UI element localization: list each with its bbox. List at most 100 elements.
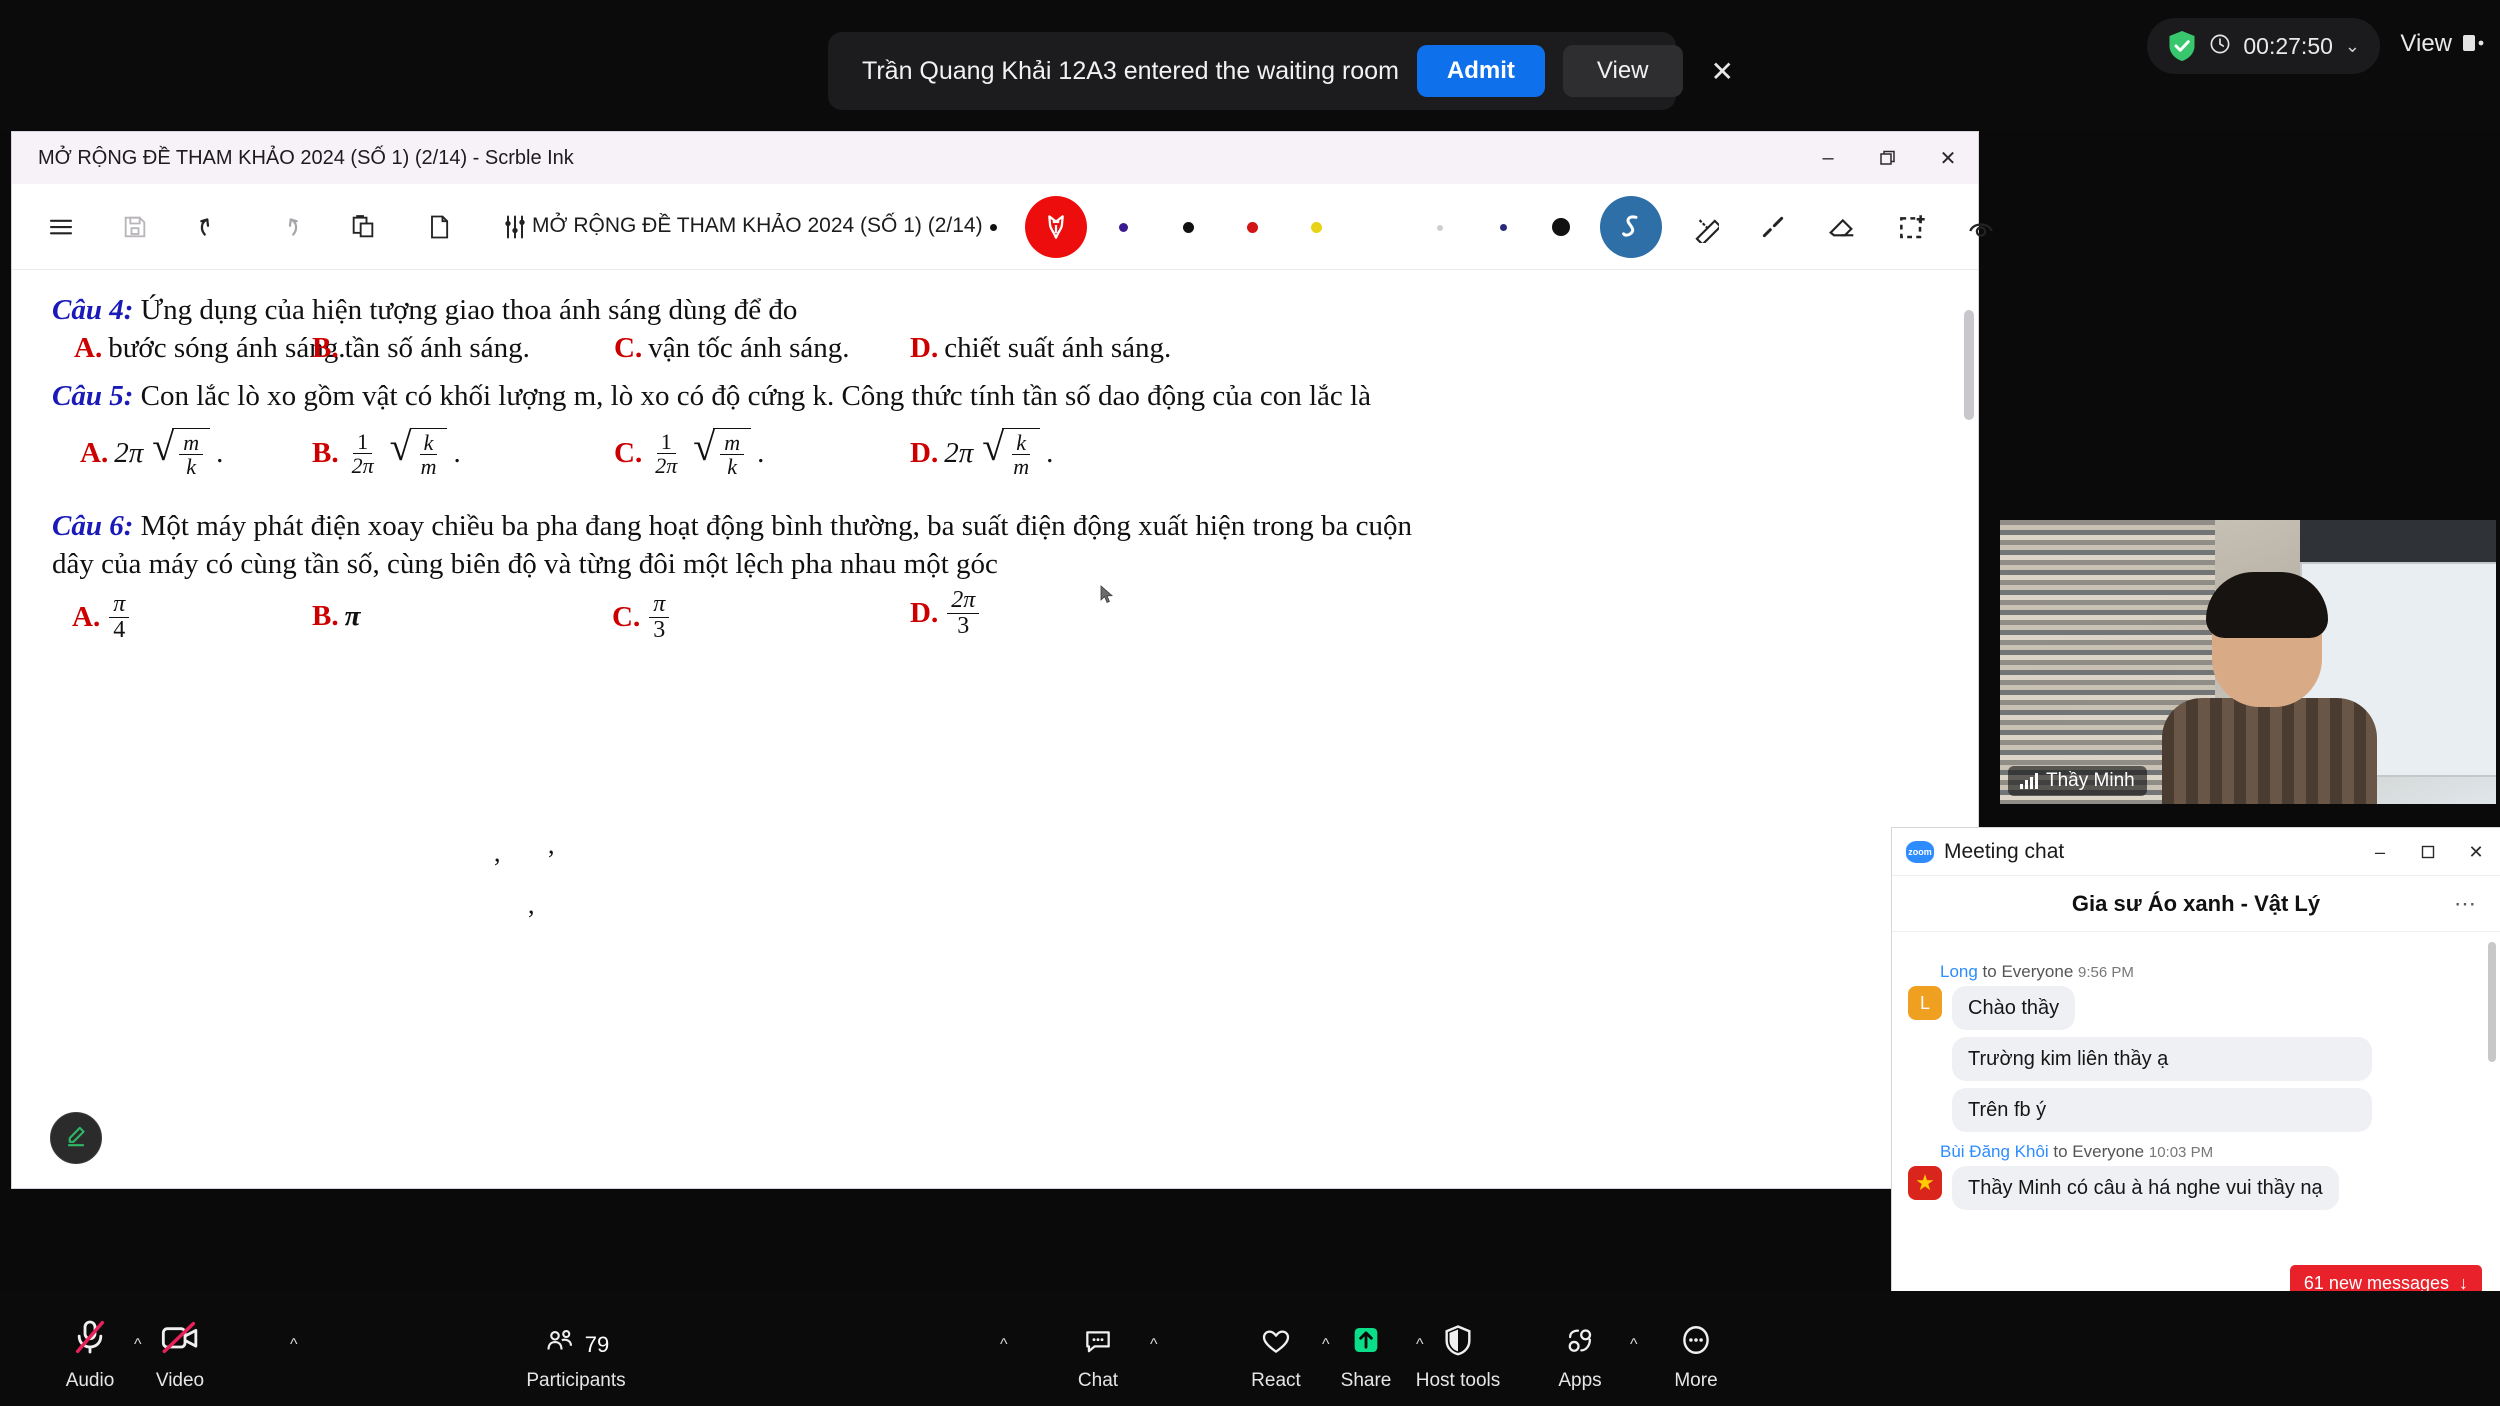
ink-document-name: MỞ RỘNG ĐỀ THAM KHẢO 2024 (SỐ 1) (2/14) — [532, 214, 983, 237]
toolbar-share-label: Share — [1340, 1370, 1392, 1391]
participants-count: 79 — [584, 1331, 610, 1357]
avatar[interactable]: L — [1908, 986, 1942, 1020]
layout-icon[interactable] — [2460, 30, 2486, 56]
question-4: Câu 4: Ứng dụng của hiện tượng giao thoa… — [52, 294, 797, 327]
video-background-shelf — [2300, 520, 2496, 566]
minimize-button[interactable]: – — [1798, 132, 1858, 184]
redo-icon[interactable] — [256, 196, 318, 258]
chat-message-group: Bùi Đăng Khôi to Everyone 10:03 PM ★ Thầ… — [1908, 1142, 2484, 1217]
chat-more-options-icon[interactable]: ⋯ — [2454, 891, 2478, 917]
view-layout-button[interactable]: View — [2400, 30, 2452, 58]
color-dot-black-large[interactable] — [1552, 218, 1570, 236]
admit-button[interactable]: Admit — [1416, 45, 1545, 97]
toolbar-participants-button[interactable]: 79 Participants — [516, 1327, 636, 1392]
laser-view-icon[interactable] — [1950, 196, 2012, 258]
canvas-scrollbar[interactable] — [1964, 310, 1974, 420]
question-5-text: Con lắc lò xo gồm vật có khối lượng m, l… — [140, 380, 1371, 412]
q4-option-b: B. tần số ánh sáng. — [312, 332, 530, 365]
q4-option-d-text: chiết suất ánh sáng. — [944, 332, 1172, 364]
chevron-down-icon[interactable]: ⌄ — [2345, 36, 2360, 57]
question-6-line2-row: dây của máy có cùng tần số, cùng biên độ… — [52, 548, 998, 581]
pencil-icon — [63, 1123, 89, 1154]
ink-mark-3: , — [528, 890, 535, 919]
q4-option-c-text: vận tốc ánh sáng. — [648, 332, 850, 364]
video-person-body — [2162, 698, 2377, 804]
chat-recipient: to Everyone — [1977, 962, 2078, 981]
chat-meeting-title: Gia sư Áo xanh - Vật Lý — [2071, 890, 2321, 916]
avatar[interactable]: ★ — [1908, 1166, 1942, 1200]
menu-icon[interactable] — [30, 196, 92, 258]
toolbar-host-tools-button[interactable]: Host tools — [1398, 1323, 1518, 1392]
chat-message-list[interactable]: Long to Everyone 9:56 PM L Chào thầy Trư… — [1892, 932, 2500, 1320]
q4-option-a-letter: A. — [74, 332, 103, 364]
paste-icon[interactable] — [332, 196, 394, 258]
q4-option-a-text: bước sóng ánh sáng. — [108, 332, 346, 364]
q6-option-c-letter: C. — [612, 601, 641, 634]
ruler-icon[interactable] — [1672, 196, 1734, 258]
ink-canvas[interactable]: Câu 4: Ứng dụng của hiện tượng giao thoa… — [12, 270, 1978, 1188]
meeting-status-pill[interactable]: 00:27:50 ⌄ — [2147, 18, 2380, 74]
select-area-icon[interactable] — [1881, 196, 1943, 258]
toolbar-video-button[interactable]: Video — [120, 1317, 240, 1392]
chat-window-title: Meeting chat — [1944, 839, 2065, 863]
chat-bubble: Thầy Minh có câu à há nghe vui thầy nạ — [1952, 1166, 2339, 1210]
q5-option-c-sqrt: √ m k — [693, 426, 752, 478]
q4-option-a: A. bước sóng ánh sáng. — [74, 332, 345, 365]
chat-titlebar: zoom Meeting chat – ✕ — [1892, 828, 2500, 876]
chat-scrollbar[interactable] — [2488, 942, 2496, 1062]
question-6-line1: Một máy phát điện xoay chiều ba pha đang… — [140, 510, 1412, 542]
chat-minimize-button[interactable]: – — [2356, 828, 2404, 876]
view-waiting-room-button[interactable]: View — [1562, 45, 1683, 97]
q5-option-d-sqrt: √ k m — [982, 426, 1041, 478]
waiting-room-message: Trần Quang Khải 12A3 entered the waiting… — [862, 56, 1399, 85]
q4-option-d: D. chiết suất ánh sáng. — [910, 332, 1171, 365]
q5-option-a-sqrt: √ m k — [152, 426, 211, 478]
close-icon[interactable]: ✕ — [1701, 49, 1744, 94]
toolbar-apps-button[interactable]: Apps — [1520, 1325, 1640, 1392]
participants-caret-icon[interactable]: ^ — [1000, 1336, 1008, 1354]
video-participant-name: Thầy Minh — [2046, 770, 2135, 791]
color-dot-black[interactable] — [1183, 222, 1194, 233]
color-dot-black-small[interactable] — [990, 224, 997, 231]
chat-close-button[interactable]: ✕ — [2452, 828, 2500, 876]
color-dot-red[interactable] — [1247, 222, 1258, 233]
toolbar-react-label: React — [1251, 1370, 1301, 1391]
color-dot-purple[interactable] — [1119, 223, 1128, 232]
q5-option-a-suffix: . — [216, 436, 224, 469]
pen-nib-icon[interactable] — [1025, 196, 1087, 258]
close-button[interactable]: ✕ — [1918, 132, 1978, 184]
toolbar-apps-label: Apps — [1558, 1370, 1602, 1391]
zoom-bottom-toolbar: Audio ^ Video ^ 79 Participants ^ Chat ^… — [0, 1291, 2500, 1406]
chat-bubble: Trên fb ý — [1952, 1088, 2372, 1132]
color-dot-navy-small[interactable] — [1500, 224, 1507, 231]
color-dot-yellow[interactable] — [1311, 222, 1322, 233]
toolbar-chat-button[interactable]: Chat — [1038, 1325, 1158, 1392]
q5-option-b: B. 1 2π √ k m . — [312, 424, 461, 480]
video-tile-thay-minh[interactable]: Thầy Minh — [2000, 520, 2496, 804]
toolbar-host-tools-label: Host tools — [1415, 1370, 1501, 1391]
save-icon[interactable] — [104, 196, 166, 258]
new-page-icon[interactable] — [408, 196, 470, 258]
q4-option-c: C. vận tốc ánh sáng. — [614, 332, 850, 365]
q4-option-b-text: tần số ánh sáng. — [344, 332, 530, 364]
dashed-line-icon[interactable] — [1742, 196, 1804, 258]
q5-option-d-prefix: 2π — [944, 436, 974, 469]
shield-icon — [1441, 1323, 1475, 1362]
annotate-fab-button[interactable] — [50, 1112, 102, 1164]
undo-icon[interactable] — [180, 196, 242, 258]
mic-muted-icon — [70, 1317, 110, 1362]
chat-caret-icon[interactable]: ^ — [1150, 1336, 1158, 1354]
color-dot-grey-small[interactable] — [1437, 225, 1443, 231]
waiting-room-notification: Trần Quang Khải 12A3 entered the waiting… — [828, 32, 1734, 110]
chat-sender-name[interactable]: Bùi Đăng Khôi — [1940, 1142, 2049, 1161]
toolbar-more-button[interactable]: More — [1636, 1323, 1756, 1392]
participants-icon — [543, 1327, 577, 1362]
chat-sender-name[interactable]: Long — [1940, 962, 1978, 981]
video-caret-icon[interactable]: ^ — [290, 1336, 298, 1354]
maximize-button[interactable] — [1858, 132, 1918, 184]
chat-maximize-button[interactable] — [2404, 828, 2452, 876]
chat-window-controls: – ✕ — [2356, 828, 2500, 876]
exam-document: Câu 4: Ứng dụng của hiện tượng giao thoa… — [12, 270, 1978, 1188]
eraser-icon[interactable] — [1811, 196, 1873, 258]
ink-stroke-icon[interactable] — [1600, 196, 1662, 258]
